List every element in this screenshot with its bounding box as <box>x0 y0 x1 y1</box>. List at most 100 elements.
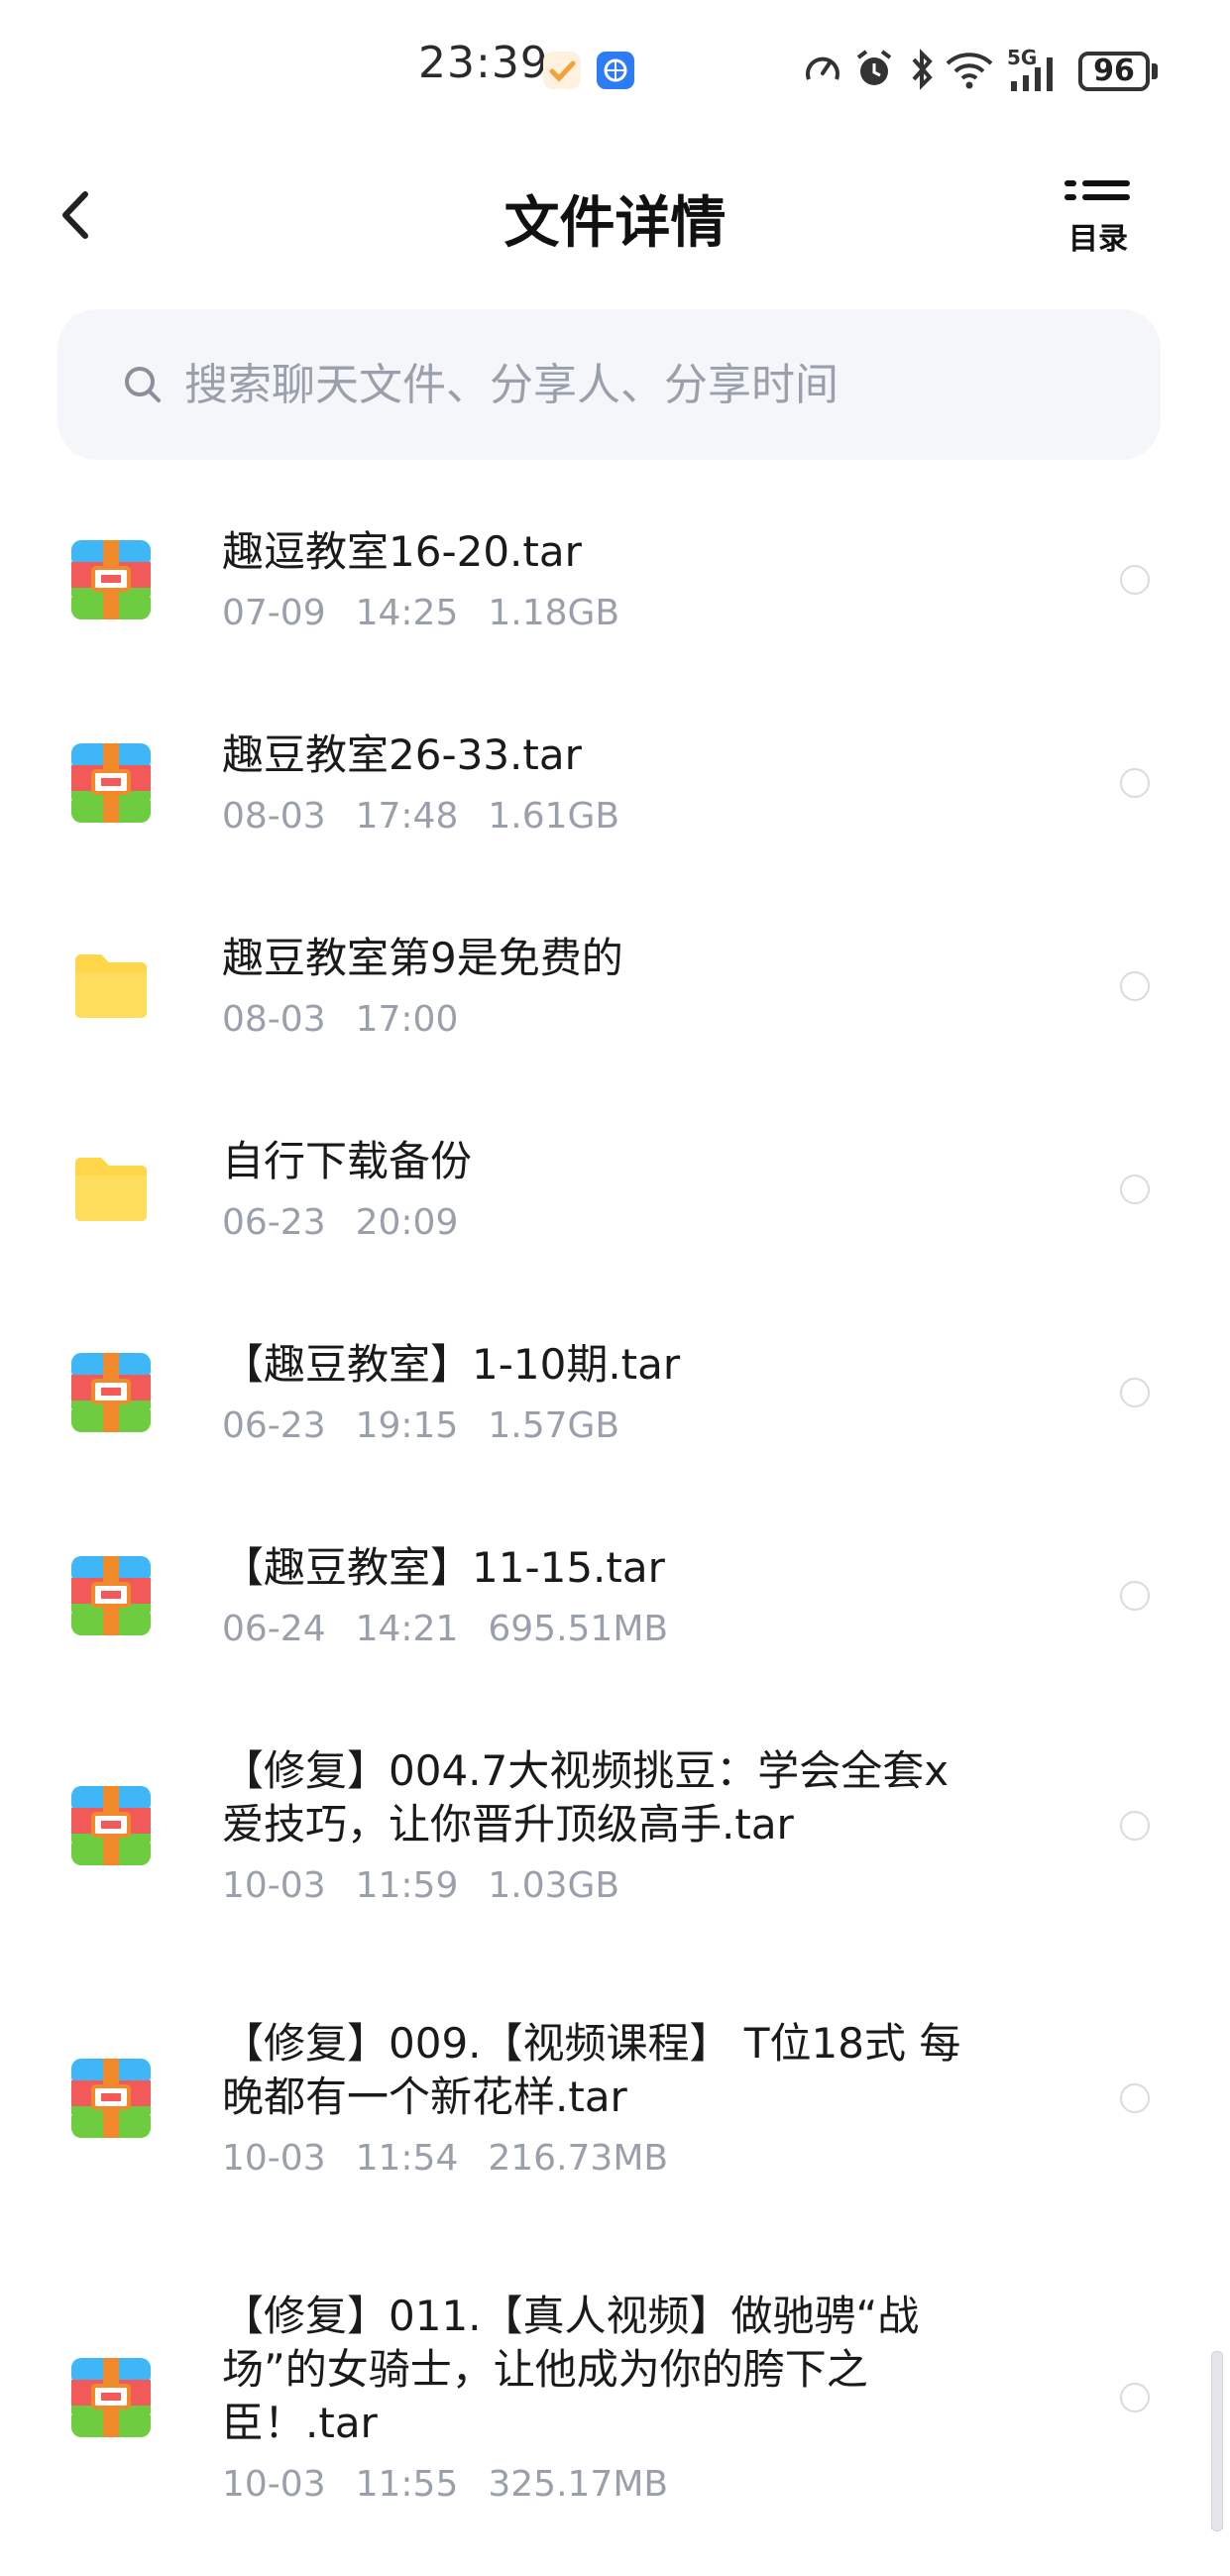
select-radio[interactable] <box>1120 2083 1150 2113</box>
file-name-line: 晚都有一个新花样.tar <box>222 2072 627 2121</box>
file-name-line: 【修复】004.7大视频挑豆：学会全套x <box>222 1746 950 1795</box>
battery-icon: 96 <box>1078 52 1150 91</box>
toc-label: 目录 <box>1068 222 1128 257</box>
file-time: 14:21 <box>355 1609 459 1649</box>
file-name: 【趣豆教室】11-15.tar <box>222 1541 1015 1595</box>
bluetooth-icon <box>912 49 933 90</box>
speed-gauge-icon <box>806 56 839 80</box>
file-name-line: 趣逗教室16-20.tar <box>222 527 582 576</box>
select-radio[interactable] <box>1120 565 1150 595</box>
file-time: 20:09 <box>355 1202 459 1243</box>
file-date: 10-03 <box>222 2138 326 2179</box>
file-name: 趣豆教室第9是免费的 <box>222 932 1015 985</box>
archive-file-icon <box>69 741 153 825</box>
file-item[interactable]: 【修复】004.7大视频挑豆：学会全套x 爱技巧，让你晋升顶级高手.tar 10-0… <box>0 1705 1230 1977</box>
wifi-icon <box>946 53 993 89</box>
search-icon <box>125 367 161 402</box>
file-size: 325.17MB <box>488 2464 669 2505</box>
file-name-line: 【修复】009.【视频课程】 T位18式 每 <box>222 2019 961 2068</box>
select-radio[interactable] <box>1120 971 1150 1001</box>
file-date: 10-03 <box>222 1865 326 1906</box>
file-name-line: 趣豆教室第9是免费的 <box>222 934 623 982</box>
archive-file-icon <box>69 2057 153 2140</box>
signal-icon <box>1011 57 1053 91</box>
select-radio[interactable] <box>1120 768 1150 798</box>
toc-button[interactable]: 目录 <box>1062 178 1162 257</box>
file-date: 10-03 <box>222 2464 326 2505</box>
file-time: 11:55 <box>355 2464 459 2505</box>
file-date: 06-24 <box>222 1609 326 1649</box>
folder-icon <box>69 1148 153 1231</box>
file-meta: 06-23 20:09 <box>222 1202 458 1243</box>
file-date: 08-03 <box>222 999 326 1040</box>
archive-file-icon <box>69 538 153 621</box>
status-time: 23:39 <box>418 38 549 88</box>
file-meta: 10-03 11:54 216.73MB <box>222 2138 668 2179</box>
notification-app-icon <box>543 52 581 89</box>
file-name: 【修复】011.【真人视频】做驰骋“战 场”的女骑士，让他成为你的胯下之 臣！.ta… <box>222 2290 1015 2450</box>
select-radio[interactable] <box>1120 1175 1150 1204</box>
file-meta: 07-09 14:25 1.18GB <box>222 593 619 633</box>
file-date: 07-09 <box>222 593 326 633</box>
file-item[interactable]: 自行下载备份 06-23 20:09 <box>0 1095 1230 1298</box>
file-name-line: 【趣豆教室】1-10期.tar <box>222 1340 681 1389</box>
file-name-line: 场”的女骑士，让他成为你的胯下之 <box>222 2345 868 2394</box>
scrollbar[interactable] <box>1211 2351 1223 2531</box>
archive-file-icon <box>69 1784 153 1867</box>
file-time: 17:48 <box>355 796 459 837</box>
file-time: 11:59 <box>355 1865 459 1906</box>
select-radio[interactable] <box>1120 1378 1150 1407</box>
file-name-line: 趣豆教室26-33.tar <box>222 730 582 779</box>
file-meta: 08-03 17:48 1.61GB <box>222 796 619 837</box>
select-radio[interactable] <box>1120 1811 1150 1841</box>
file-name: 趣逗教室16-20.tar <box>222 525 1015 579</box>
file-date: 06-23 <box>222 1405 326 1446</box>
select-radio[interactable] <box>1120 2383 1150 2412</box>
page-title: 文件详情 <box>503 191 727 256</box>
file-size: 695.51MB <box>488 1609 669 1649</box>
file-name: 【趣豆教室】1-10期.tar <box>222 1338 1015 1392</box>
archive-file-icon <box>69 1554 153 1637</box>
file-item[interactable]: 【趣豆教室】1-10期.tar 06-23 19:15 1.57GB <box>0 1298 1230 1502</box>
file-name: 趣豆教室26-33.tar <box>222 728 1015 782</box>
file-name-line: 自行下载备份 <box>222 1137 473 1185</box>
battery-level: 96 <box>1093 54 1135 88</box>
folder-icon <box>69 945 153 1028</box>
file-item[interactable]: 【趣豆教室】11-15.tar 06-24 14:21 695.51MB <box>0 1502 1230 1705</box>
file-item[interactable]: 【修复】009.【视频课程】 T位18式 每晚都有一个新花样.tar 10-03 1… <box>0 1977 1230 2250</box>
file-item[interactable]: 【修复】011.【真人视频】做驰骋“战 场”的女骑士，让他成为你的胯下之 臣！.ta… <box>0 2250 1230 2576</box>
file-time: 17:00 <box>355 999 459 1040</box>
file-size: 1.57GB <box>488 1405 620 1446</box>
file-date: 08-03 <box>222 796 326 837</box>
file-item[interactable]: 趣豆教室第9是免费的 08-03 17:00 <box>0 892 1230 1095</box>
file-meta: 10-03 11:55 325.17MB <box>222 2464 668 2505</box>
file-date: 06-23 <box>222 1202 326 1243</box>
file-name-line: 【趣豆教室】11-15.tar <box>222 1543 665 1592</box>
file-item[interactable]: 趣逗教室16-20.tar 07-09 14:25 1.18GB <box>0 486 1230 689</box>
file-meta: 06-23 19:15 1.57GB <box>222 1405 619 1446</box>
archive-file-icon <box>69 2356 153 2439</box>
file-time: 19:15 <box>355 1405 459 1446</box>
list-icon <box>1064 180 1130 200</box>
file-time: 14:25 <box>355 593 459 633</box>
file-meta: 08-03 17:00 <box>222 999 458 1040</box>
alarm-icon <box>856 50 892 85</box>
file-name-line: 【修复】011.【真人视频】做驰骋“战 <box>222 2292 920 2340</box>
browser-app-icon <box>597 52 634 89</box>
file-name: 【修复】004.7大视频挑豆：学会全套x 爱技巧，让你晋升顶级高手.tar <box>222 1744 1015 1851</box>
search-input[interactable] <box>184 347 1076 422</box>
file-meta: 10-03 11:59 1.03GB <box>222 1865 619 1906</box>
file-size: 216.73MB <box>488 2138 669 2179</box>
file-item[interactable]: 趣豆教室26-33.tar 08-03 17:48 1.61GB <box>0 689 1230 892</box>
archive-file-icon <box>69 1351 153 1434</box>
file-size: 1.18GB <box>488 593 620 633</box>
file-name: 【修复】009.【视频课程】 T位18式 每晚都有一个新花样.tar <box>222 2017 1015 2124</box>
status-bar: 23:39 5G 96 <box>0 0 1230 149</box>
file-name: 自行下载备份 <box>222 1135 1015 1188</box>
file-size: 1.61GB <box>488 796 620 837</box>
file-meta: 06-24 14:21 695.51MB <box>222 1609 668 1649</box>
select-radio[interactable] <box>1120 1581 1150 1611</box>
file-name-line: 爱技巧，让你晋升顶级高手.tar <box>222 1800 794 1848</box>
file-time: 11:54 <box>355 2138 459 2179</box>
search-bar[interactable] <box>57 309 1161 460</box>
